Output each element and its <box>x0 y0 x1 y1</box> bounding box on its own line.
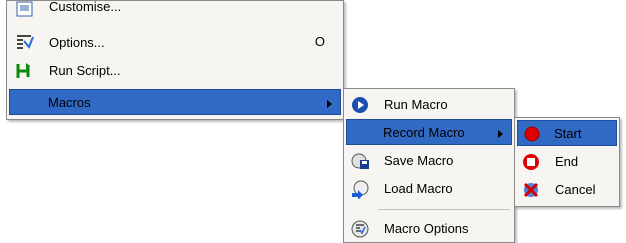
load-icon <box>350 179 370 200</box>
menu-item-label: Load Macro <box>384 181 453 196</box>
submenu-arrow-icon <box>327 100 332 108</box>
menu-item-label: End <box>555 154 579 169</box>
menu-item-label: Macros <box>48 95 91 110</box>
record-icon <box>522 124 542 144</box>
macro-options-icon <box>350 219 370 239</box>
menu-item-label: Cancel <box>555 182 596 197</box>
menu-item-record-macro[interactable]: Record Macro <box>346 119 512 145</box>
record-macro-submenu: Start End Cancel <box>514 117 620 207</box>
menu-item-label: Run Macro <box>384 97 448 112</box>
menu-item-macros[interactable]: Macros <box>9 89 341 115</box>
macros-submenu: Run Macro Record Macro Save Macro Load M… <box>343 88 515 243</box>
shortcut-label: O <box>314 34 325 49</box>
menu-item-start[interactable]: Start <box>517 120 617 146</box>
menu-item-label: Save Macro <box>384 153 454 168</box>
menu-item-save-macro[interactable]: Save Macro <box>346 147 512 175</box>
menu-item-run-script[interactable]: Run Script... <box>9 57 341 85</box>
menu-item-options[interactable]: Options... O <box>9 29 341 57</box>
menu-item-load-macro[interactable]: Load Macro <box>346 175 512 203</box>
menu-item-label: Start <box>554 126 582 141</box>
menu-item-cancel[interactable]: Cancel <box>517 176 617 204</box>
menu-item-label: Options... <box>49 35 105 50</box>
menu-item-label: Customise... <box>49 0 122 14</box>
cancel-icon <box>521 180 541 200</box>
save-icon <box>350 151 370 171</box>
menu-item-label: Macro Options <box>384 221 469 236</box>
submenu-arrow-icon <box>498 130 503 138</box>
customise-icon <box>15 1 35 21</box>
menu-item-label: Record Macro <box>383 125 465 140</box>
options-icon <box>15 33 35 53</box>
play-icon <box>350 95 370 115</box>
menu-item-end[interactable]: End <box>517 148 617 176</box>
menu-item-macro-options[interactable]: Macro Options <box>346 215 512 243</box>
stop-icon <box>521 152 541 172</box>
tools-menu: Customise... Options... O Run Script... … <box>6 0 344 120</box>
menu-item-customise[interactable]: Customise... <box>9 0 341 29</box>
menu-separator <box>378 209 510 210</box>
run-script-icon <box>15 61 35 81</box>
menu-item-run-macro[interactable]: Run Macro <box>346 91 512 119</box>
menu-item-label: Run Script... <box>49 63 121 78</box>
